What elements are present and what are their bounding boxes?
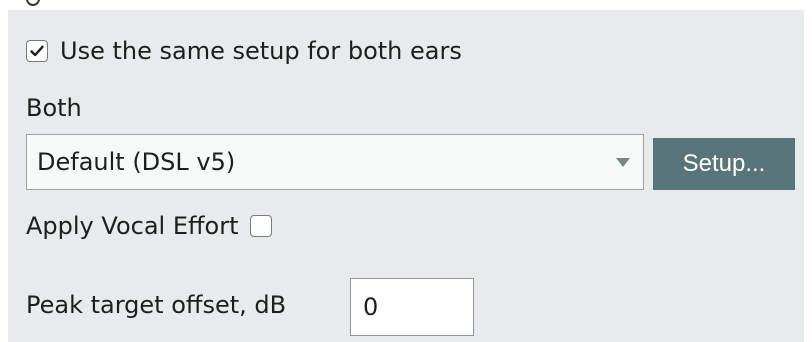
peak-offset-input[interactable]: 0 [350,278,474,336]
prescription-select[interactable]: Default (DSL v5) [26,134,644,190]
peak-offset-label: Peak target offset, dB [26,291,287,319]
vocal-effort-label: Apply Vocal Effort [26,212,239,240]
ear-label: Both [26,94,82,122]
truncated-header-glyph [26,0,40,6]
same-setup-checkbox[interactable] [26,40,48,62]
setup-button[interactable]: Setup... [653,138,795,190]
vocal-effort-row[interactable]: Apply Vocal Effort [26,212,273,240]
check-icon [30,45,44,57]
same-setup-row[interactable]: Use the same setup for both ears [26,37,462,65]
prescription-select-value: Default (DSL v5) [37,148,236,176]
same-setup-label: Use the same setup for both ears [60,37,462,65]
peak-offset-row: Peak target offset, dB [26,291,286,319]
vocal-effort-checkbox[interactable] [250,215,273,237]
header-strip [0,0,812,10]
dropdown-caret-icon[interactable] [615,156,631,168]
ear-label-row: Both [26,94,82,122]
fitting-setup-panel: Use the same setup for both ears Both De… [8,10,804,342]
